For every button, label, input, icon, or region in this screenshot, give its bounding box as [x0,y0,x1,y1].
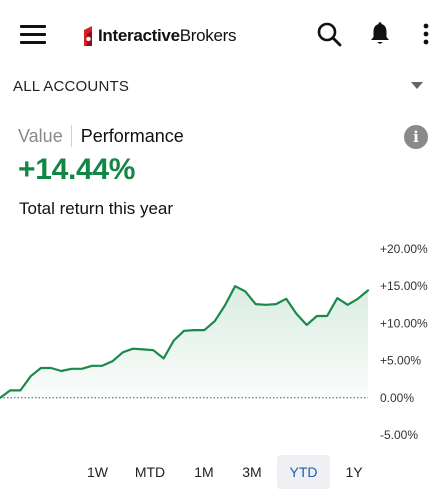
search-icon[interactable] [313,18,345,50]
range-1w-button[interactable]: 1W [76,455,119,489]
range-mtd-button[interactable]: MTD [119,455,181,489]
y-tick-label: 0.00% [380,391,414,405]
y-tick-label: +10.00% [380,316,428,330]
interactive-brokers-logo: InteractiveBrokers [82,24,237,48]
account-selector-label: ALL ACCOUNTS [13,78,130,95]
hamburger-menu-icon[interactable] [20,24,46,44]
performance-area [0,286,368,398]
logo-text-regular: Brokers [179,26,237,45]
total-return-value: +14.44% [18,153,136,186]
y-tick-label: +20.00% [380,242,428,256]
y-tick-label: +15.00% [380,279,428,293]
range-1m-button[interactable]: 1M [181,455,227,489]
notifications-bell-icon[interactable] [364,18,396,50]
y-tick-label: -5.00% [380,428,418,442]
range-ytd-button[interactable]: YTD [277,455,330,489]
tab-value[interactable]: Value [18,126,71,147]
dropdown-caret-icon [411,82,423,89]
account-selector[interactable]: ALL ACCOUNTS [0,72,446,102]
tab-performance[interactable]: Performance [72,126,184,147]
time-range-selector: 1W MTD 1M 3M YTD 1Y [76,455,378,489]
info-icon[interactable]: i [404,125,428,149]
range-1y-button[interactable]: 1Y [330,455,378,489]
logo-mark-icon [84,26,92,46]
app-header: InteractiveBrokers [0,0,446,68]
range-3m-button[interactable]: 3M [227,455,277,489]
performance-chart[interactable]: +20.00% +15.00% +10.00% +5.00% 0.00% -5.00% [0,235,446,450]
logo-text-bold: Interactive [98,26,180,45]
more-options-icon[interactable] [410,18,442,50]
total-return-label: Total return this year [19,199,174,218]
y-tick-label: +5.00% [380,354,421,368]
view-tabs: Value Performance [18,124,184,148]
